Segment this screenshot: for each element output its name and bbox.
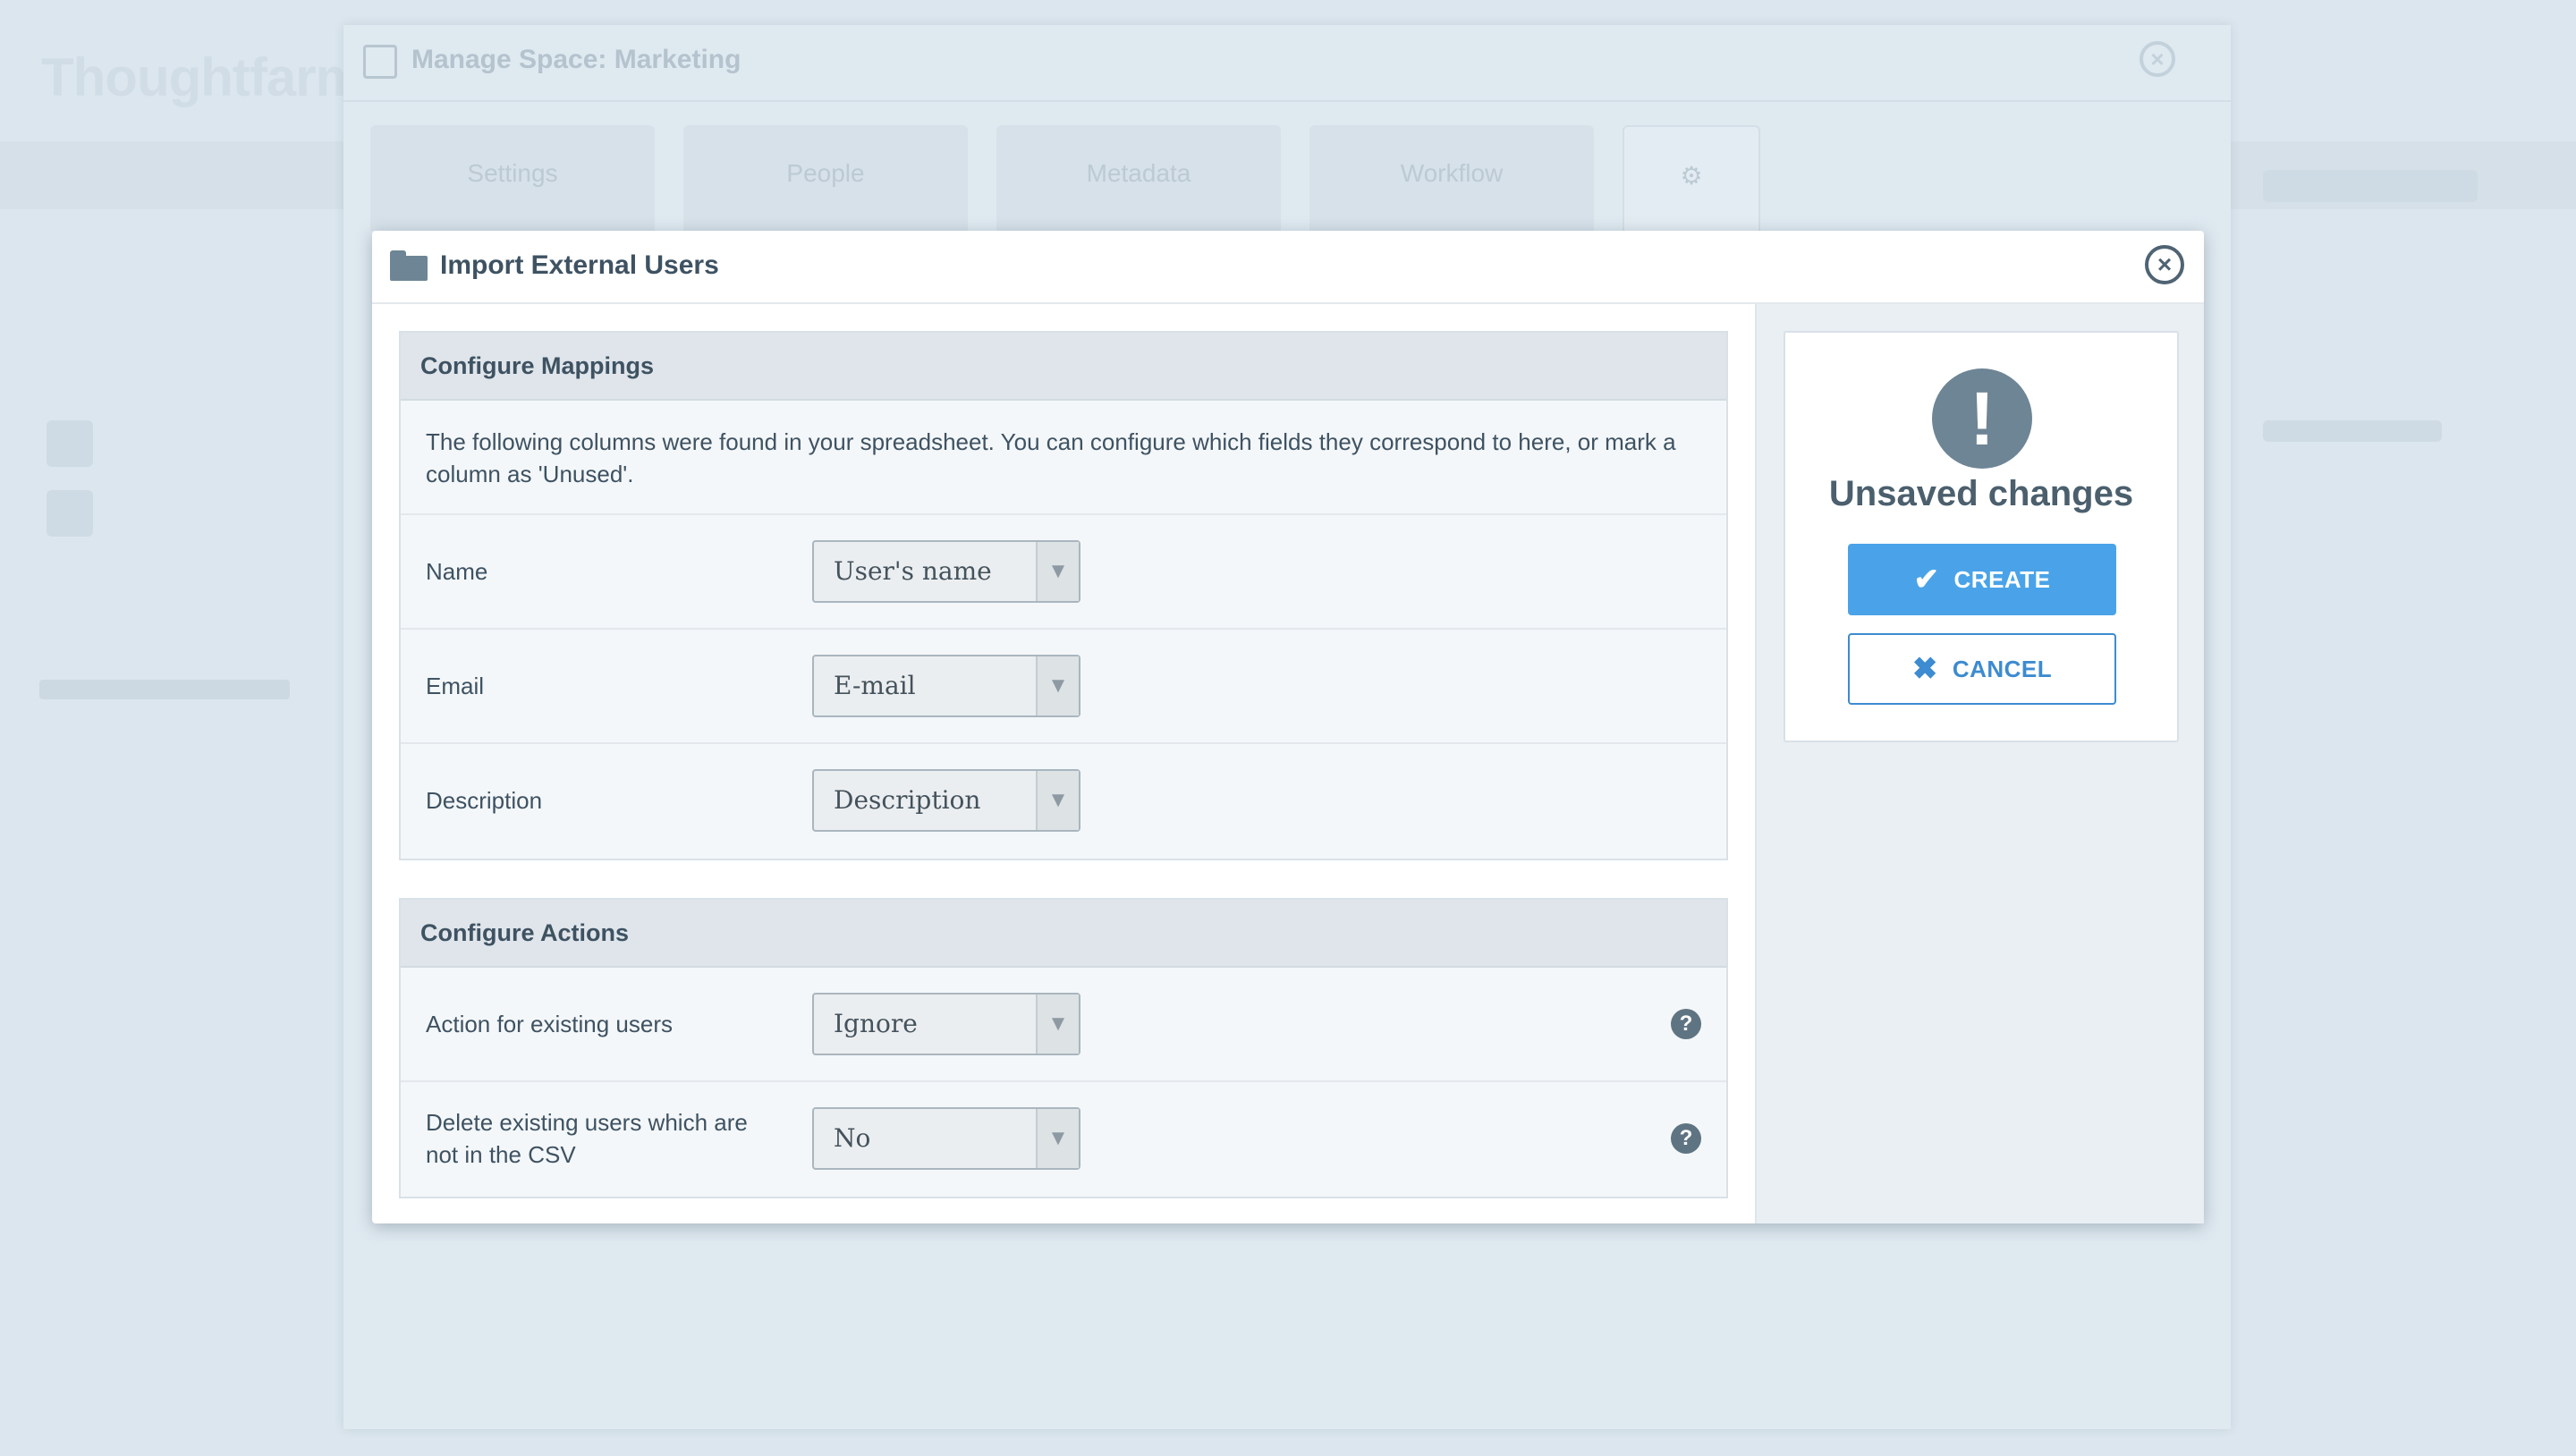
actions-panel: Configure Actions Action for existing us…	[399, 898, 1728, 1198]
mapping-row-name: Name User's name ▼	[401, 515, 1726, 630]
tab-advanced: ⚙	[1623, 125, 1760, 233]
chevron-down-icon: ▼	[1036, 542, 1079, 601]
select-value: No	[834, 1123, 871, 1153]
tab-workflow: Workflow	[1309, 125, 1594, 231]
manage-space-header: Manage Space: Marketing ×	[343, 25, 2231, 102]
select-value: Ignore	[834, 1009, 918, 1038]
outer-close-icon: ×	[2140, 41, 2175, 77]
cancel-button-label: CANCEL	[1952, 655, 2053, 682]
create-button[interactable]: ✔ CREATE	[1848, 544, 2116, 615]
chevron-down-icon: ▼	[1036, 656, 1079, 715]
import-users-dialog: Import External Users × Configure Mappin…	[372, 231, 2204, 1223]
tab-people-label: People	[786, 159, 865, 187]
dialog-header: Import External Users ×	[372, 231, 2204, 304]
mappings-description: The following columns were found in your…	[401, 401, 1726, 515]
action-select-delete[interactable]: No ▼	[812, 1107, 1080, 1170]
mapping-select-name[interactable]: User's name ▼	[812, 540, 1080, 603]
tab-settings-label: Settings	[467, 159, 558, 187]
unsaved-title: Unsaved changes	[1828, 474, 2134, 513]
dialog-title: Import External Users	[440, 250, 719, 280]
mapping-label-email: Email	[426, 673, 485, 699]
chevron-down-icon: ▼	[1036, 995, 1079, 1054]
tab-workflow-label: Workflow	[1400, 159, 1504, 187]
mapping-row-email: Email E-mail ▼	[401, 630, 1726, 744]
action-row-existing: Action for existing users Ignore ▼ ?	[401, 968, 1726, 1082]
chevron-down-icon: ▼	[1036, 1109, 1079, 1168]
tab-metadata-label: Metadata	[1086, 159, 1191, 187]
tab-settings: Settings	[370, 125, 655, 231]
close-icon[interactable]: ×	[2145, 245, 2184, 284]
mapping-select-description[interactable]: Description ▼	[812, 769, 1080, 832]
mapping-select-email[interactable]: E-mail ▼	[812, 655, 1080, 717]
mapping-row-description: Description Description ▼	[401, 744, 1726, 859]
tab-metadata: Metadata	[996, 125, 1281, 231]
mapping-label-name: Name	[426, 558, 488, 585]
tab-people: People	[683, 125, 968, 231]
exclamation-icon: !	[1932, 368, 2032, 469]
gear-icon: ⚙	[1680, 162, 1703, 190]
cancel-button[interactable]: ✖ CANCEL	[1848, 633, 2116, 705]
settings-pane: Configure Mappings The following columns…	[372, 304, 1755, 1223]
select-value: Description	[834, 785, 981, 815]
help-icon[interactable]: ?	[1671, 1009, 1701, 1039]
action-row-delete: Delete existing users which are not in t…	[401, 1082, 1726, 1197]
actions-heading: Configure Actions	[401, 900, 1726, 968]
unsaved-changes-card: ! Unsaved changes ✔ CREATE ✖ CANCEL	[1784, 331, 2179, 742]
mappings-heading: Configure Mappings	[401, 333, 1726, 401]
action-select-existing[interactable]: Ignore ▼	[812, 993, 1080, 1055]
manage-space-title: Manage Space: Marketing	[411, 45, 741, 74]
space-icon	[363, 45, 397, 79]
select-value: E-mail	[834, 671, 916, 700]
background-text	[39, 680, 290, 699]
folder-icon	[390, 250, 428, 281]
action-label-existing: Action for existing users	[426, 1011, 674, 1037]
checkmark-icon: ✔	[1913, 563, 1940, 597]
mapping-label-description: Description	[426, 787, 543, 814]
action-label-delete: Delete existing users which are not in t…	[426, 1109, 748, 1168]
help-icon[interactable]: ?	[1671, 1123, 1701, 1154]
select-value: User's name	[834, 556, 992, 586]
save-pane: ! Unsaved changes ✔ CREATE ✖ CANCEL	[1755, 304, 2204, 1223]
create-button-label: CREATE	[1953, 565, 2051, 593]
mappings-panel: Configure Mappings The following columns…	[399, 331, 1728, 860]
x-icon: ✖	[1911, 652, 1938, 686]
chevron-down-icon: ▼	[1036, 771, 1079, 830]
